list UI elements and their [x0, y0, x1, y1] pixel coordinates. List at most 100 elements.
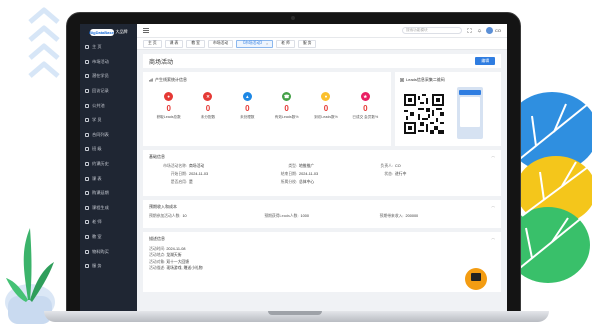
avatar[interactable] — [486, 27, 493, 34]
sidebar-item-classes[interactable]: 班 级 — [80, 142, 137, 157]
chevron-up-icon[interactable]: ︿ — [491, 154, 495, 159]
fullscreen-icon[interactable] — [467, 28, 472, 33]
qr-code[interactable] — [404, 94, 444, 134]
field-value: 双十一大回馈 — [166, 259, 190, 264]
bell-icon[interactable] — [477, 28, 482, 33]
student-icon — [85, 118, 89, 123]
sidebar-item-booking-history[interactable]: 约课历史 — [80, 157, 137, 172]
home-icon — [85, 45, 89, 50]
course-icon — [85, 205, 89, 210]
card-title: 产生线索统计信息 — [149, 76, 385, 84]
room-icon — [85, 235, 89, 240]
cart-icon — [85, 249, 89, 254]
sidebar-item-prospects[interactable]: 潜在学员 — [80, 69, 137, 84]
robot-icon — [471, 273, 481, 281]
field-value: CO — [395, 164, 401, 168]
chevron-up-icon[interactable]: ︿ — [491, 204, 495, 209]
tab-label: 主 页 — [148, 41, 157, 45]
field-label: 活动地点: — [149, 253, 166, 258]
stat-label: 有效Leads数% — [274, 115, 299, 119]
tab-classrooms[interactable]: 教 室 — [186, 39, 205, 48]
stat-members[interactable]: ★ 0 已成交 会员数% — [346, 92, 385, 120]
sidebar-item-pool[interactable]: 公共池 — [80, 98, 137, 113]
qr-card-title: Leads信息采集二维码 — [406, 77, 445, 82]
chevron-up-icon[interactable]: ︿ — [491, 236, 495, 241]
basic-info-grid: 市场活动名称: 商场活动 类型: 地推推广 负责人: CO 开始日期: 2024-11-… — [149, 164, 495, 185]
sidebar-item-marketing[interactable]: 市场活动 — [80, 55, 137, 70]
chart-icon — [149, 78, 153, 82]
floating-action-button[interactable] — [465, 268, 487, 290]
section-header[interactable]: 描述信息 ︿ — [149, 235, 495, 242]
field-type: 类型: 地推推广 — [259, 164, 355, 169]
budget-section: 预期收入和成本 ︿ 预期参加活动人数: 10 预期获得Leads人数: 1000 预期… — [143, 200, 501, 228]
tab-home[interactable]: 主 页 — [143, 39, 162, 48]
search-placeholder: 搜索功能模块 — [406, 28, 428, 32]
camera-dot — [291, 16, 295, 20]
page-header: 商场活动 编辑 — [143, 54, 501, 68]
field-value: 总体中心 — [299, 180, 315, 185]
sidebar-item-label: 学 员 — [92, 117, 102, 123]
phone-header — [459, 90, 481, 95]
tab-service[interactable]: 服 务 — [297, 39, 317, 48]
phone-screen — [460, 97, 480, 127]
sidebar-item-teachers[interactable]: 老 师 — [80, 215, 137, 230]
field-status: 状态: 进行中 — [355, 172, 495, 177]
sidebar-item-materials[interactable]: 物料购买 — [80, 244, 137, 259]
sidebar-item-label: 约课历史 — [92, 161, 109, 167]
field-label: 活动对象: — [149, 259, 166, 264]
tab-schedule[interactable]: 课 表 — [164, 39, 184, 48]
sidebar-item-course-gen[interactable]: 课程生成 — [80, 201, 137, 216]
section-header[interactable]: 基础信息 ︿ — [149, 153, 495, 160]
sidebar-item-label: 服 务 — [92, 263, 102, 269]
stat-label: 获取Leads总数 — [156, 115, 181, 119]
clock-icon — [85, 191, 89, 196]
field-value: 现场游戏, 赠送小礼物 — [166, 266, 203, 271]
sidebar-item-schedule[interactable]: 课 表 — [80, 171, 137, 186]
sidebar-item-service[interactable]: 服 务 — [80, 259, 137, 274]
tab-marketing[interactable]: 市场活动 — [207, 39, 234, 48]
field-value: 龙湖天街 — [166, 253, 182, 258]
field-label: 预期带来收入: — [379, 214, 404, 218]
sidebar-item-home[interactable]: 主 页 — [80, 40, 137, 55]
field-value: 商场活动 — [189, 164, 205, 168]
stats-list: ● 0 获取Leads总数 ✕ 0 未分配数 ▲ 0 未处理数 ☎ 0 有效Le… — [149, 92, 385, 120]
sidebar-item-classrooms[interactable]: 教 室 — [80, 230, 137, 245]
service-icon — [85, 264, 89, 269]
sidebar-item-label: 主 页 — [92, 44, 102, 50]
edit-button[interactable]: 编辑 — [475, 57, 495, 65]
stat-visit-leads[interactable]: ● 0 到访Leads数% — [306, 92, 345, 120]
menu-toggle-icon[interactable] — [143, 28, 149, 33]
sidebar-item-label: 潜在学员 — [92, 73, 109, 79]
sidebar-item-extension[interactable]: 购课延期 — [80, 186, 137, 201]
field-value: 1000 — [300, 214, 309, 218]
username[interactable]: CO — [495, 28, 501, 33]
card-title: Leads信息采集二维码 — [400, 76, 496, 84]
stat-label: 未处理数 — [240, 115, 255, 119]
tab-marketing-detail[interactable]: 【市场活动】 × — [236, 39, 274, 48]
sidebar-item-contracts[interactable]: 合同列表 — [80, 128, 137, 143]
sidebar-item-label: 合同列表 — [92, 131, 109, 137]
field-end-date: 结束日期: 2024-11-03 — [259, 172, 355, 177]
stat-unprocessed[interactable]: ▲ 0 未处理数 — [228, 92, 267, 120]
sidebar-item-label: 课 表 — [92, 175, 102, 181]
leads-stats-card: 产生线索统计信息 ● 0 获取Leads总数 ✕ 0 未分配数 ▲ 0 未处理数… — [143, 72, 391, 146]
field-start-date: 开始日期: 2024-11-03 — [149, 172, 259, 177]
stat-valid-leads[interactable]: ☎ 0 有效Leads数% — [267, 92, 306, 120]
flask-icon: ▲ — [242, 92, 252, 101]
search-input[interactable]: 搜索功能模块 — [402, 27, 462, 34]
stat-unassigned[interactable]: ✕ 0 未分配数 — [188, 92, 227, 120]
sidebar-item-label: 公共池 — [92, 102, 105, 108]
sidebar-item-followups[interactable]: 回访记录 — [80, 84, 137, 99]
sidebar-item-label: 课程生成 — [92, 204, 109, 210]
section-header[interactable]: 预期收入和成本 ︿ — [149, 203, 495, 210]
stat-value: 0 — [205, 104, 211, 113]
content-area: 商场活动 编辑 产生线索统计信息 ● 0 获取Leads总数 ✕ 0 未分配数 … — [137, 50, 507, 311]
logo[interactable]: BigDataBase 大品牌 — [80, 24, 137, 40]
close-icon[interactable]: × — [266, 42, 268, 46]
page-title: 商场活动 — [149, 59, 174, 66]
sidebar-item-students[interactable]: 学 员 — [80, 113, 137, 128]
stat-total-leads[interactable]: ● 0 获取Leads总数 — [149, 92, 188, 120]
field-label: 开始日期: — [170, 172, 187, 177]
field-label: 活动描述: — [149, 266, 166, 271]
tab-teachers[interactable]: 老 师 — [276, 39, 295, 48]
